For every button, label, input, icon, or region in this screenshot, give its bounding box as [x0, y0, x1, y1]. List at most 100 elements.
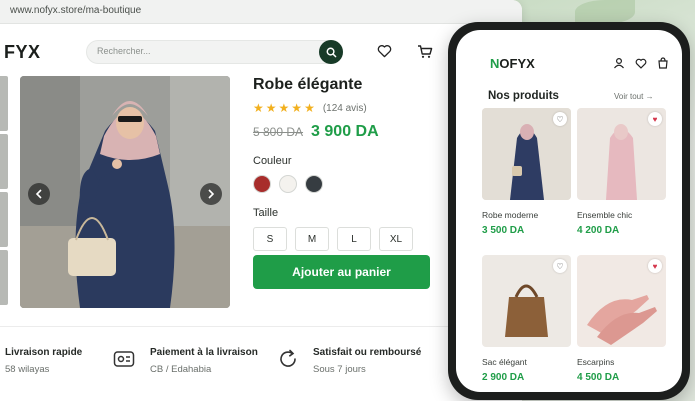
- feature-subtitle: 58 wilayas: [5, 364, 50, 375]
- logo-accent: N: [490, 56, 500, 71]
- arrow-right-icon: →: [645, 92, 654, 101]
- search-bar[interactable]: Rechercher...: [86, 40, 343, 64]
- thumbnail[interactable]: [0, 250, 8, 305]
- product-card[interactable]: ♡ Robe moderne 3 500 DA: [482, 108, 571, 236]
- phone-mockup: NOFYX Nos produits Voir tout → ♡ Robe mo…: [448, 22, 690, 400]
- chevron-left-icon: [35, 189, 42, 199]
- color-options: [253, 175, 433, 193]
- payment-icon: [112, 347, 136, 371]
- size-option-xl[interactable]: XL: [379, 227, 413, 251]
- add-to-cart-button[interactable]: Ajouter au panier: [253, 255, 430, 289]
- feature-title: Paiement à la livraison: [150, 347, 258, 358]
- section-title: Nos produits: [488, 90, 559, 102]
- product-price: 2 900 DA: [482, 372, 525, 383]
- bag-icon: [658, 57, 668, 69]
- heart-outline-icon: ♡: [556, 114, 564, 124]
- feature-delivery: Livraison rapide 58 wilayas: [5, 347, 82, 375]
- heart-filled-icon: ♥: [652, 261, 658, 271]
- feature-payment: Paiement à la livraison CB / Edahabia: [150, 347, 258, 375]
- product-rating: ★ ★ ★ ★ ★ (124 avis): [253, 101, 433, 115]
- product-card[interactable]: ♡ Sac élégant 2 900 DA: [482, 255, 571, 383]
- star-icon: ★: [265, 101, 277, 115]
- mobile-screen: NOFYX Nos produits Voir tout → ♡ Robe mo…: [456, 30, 682, 392]
- product-thumbnail: ♥: [577, 108, 666, 200]
- product-image: [20, 76, 230, 308]
- url-text: www.nofyx.store/ma-boutique: [10, 5, 142, 16]
- product-price: 3 500 DA: [482, 225, 525, 236]
- product-thumbnail: ♡: [482, 255, 571, 347]
- star-icon: ★: [253, 101, 264, 115]
- color-label: Couleur: [253, 155, 292, 167]
- address-bar[interactable]: www.nofyx.store/ma-boutique: [0, 0, 522, 24]
- features-bar: Livraison rapide 58 wilayas Paiement à l…: [0, 326, 522, 401]
- product-name: Robe moderne: [482, 210, 539, 220]
- star-icon: ★: [291, 101, 303, 115]
- cart-icon: [418, 44, 433, 58]
- current-price: 3 900 DA: [311, 123, 379, 140]
- favorite-button[interactable]: ♡: [553, 112, 567, 126]
- wishlist-button[interactable]: [375, 42, 393, 60]
- chevron-right-icon: [208, 189, 215, 199]
- feature-refund: Satisfait ou remboursé Sous 7 jours: [313, 347, 421, 375]
- price-block: 5 800 DA 3 900 DA: [253, 123, 433, 141]
- size-options: S M L XL: [253, 227, 433, 251]
- heart-icon: [635, 58, 647, 69]
- feature-subtitle: Sous 7 jours: [313, 364, 366, 375]
- desktop-browser-window: www.nofyx.store/ma-boutique FYX Recherch…: [0, 0, 522, 401]
- favorite-button[interactable]: ♥: [648, 259, 662, 273]
- thumbnail-strip: [0, 76, 8, 308]
- color-swatch-red[interactable]: [253, 175, 271, 193]
- size-label: Taille: [253, 207, 279, 219]
- see-all-link[interactable]: Voir tout →: [614, 92, 654, 101]
- product-price: 4 200 DA: [577, 225, 620, 236]
- star-icon: ★: [304, 101, 315, 115]
- product-thumbnail: ♡: [482, 108, 571, 200]
- site-logo[interactable]: FYX: [4, 42, 41, 63]
- feature-title: Livraison rapide: [5, 347, 83, 358]
- color-swatch-charcoal[interactable]: [305, 175, 323, 193]
- favorite-button[interactable]: ♡: [553, 259, 567, 273]
- mobile-logo[interactable]: NOFYX: [490, 56, 535, 71]
- product-card[interactable]: ♥ Escarpins 4 500 DA: [577, 255, 666, 383]
- product-info: Robe élégante ★ ★ ★ ★ ★ (124 avis) 5 800…: [253, 76, 433, 251]
- thumbnail[interactable]: [0, 134, 8, 189]
- search-input[interactable]: Rechercher...: [97, 46, 151, 56]
- site-header: FYX Rechercher...: [0, 36, 522, 68]
- thumbnail[interactable]: [0, 76, 8, 131]
- user-icon: [614, 57, 624, 69]
- model-photo: [20, 76, 230, 308]
- product-name: Sac élégant: [482, 357, 527, 367]
- feature-subtitle: CB / Edahabia: [150, 364, 212, 375]
- mobile-bag-button[interactable]: [656, 56, 670, 70]
- review-count[interactable]: (124 avis): [323, 103, 367, 114]
- size-option-l[interactable]: L: [337, 227, 371, 251]
- leaf-decoration: [575, 0, 635, 24]
- logo-text: OFYX: [499, 56, 535, 71]
- gallery-next-button[interactable]: [200, 183, 222, 205]
- refresh-icon: [276, 347, 300, 371]
- gallery-prev-button[interactable]: [28, 183, 50, 205]
- heart-filled-icon: ♥: [652, 114, 658, 124]
- old-price: 5 800 DA: [253, 125, 304, 139]
- heart-icon: [377, 45, 391, 58]
- heart-outline-icon: ♡: [556, 261, 564, 271]
- star-icon: ★: [278, 101, 290, 115]
- product-price: 4 500 DA: [577, 372, 620, 383]
- account-button[interactable]: [612, 56, 626, 70]
- product-name: Escarpins: [577, 357, 615, 367]
- feature-title: Satisfait ou remboursé: [313, 347, 422, 358]
- product-name: Ensemble chic: [577, 210, 633, 220]
- see-all-label: Voir tout: [614, 92, 644, 101]
- color-swatch-white[interactable]: [279, 175, 297, 193]
- favorite-button[interactable]: ♥: [648, 112, 662, 126]
- size-option-m[interactable]: M: [295, 227, 329, 251]
- size-option-s[interactable]: S: [253, 227, 287, 251]
- search-icon: [326, 47, 336, 57]
- product-title: Robe élégante: [253, 76, 363, 93]
- product-card[interactable]: ♥ Ensemble chic 4 200 DA: [577, 108, 666, 236]
- product-thumbnail: ♥: [577, 255, 666, 347]
- thumbnail[interactable]: [0, 192, 8, 247]
- search-button[interactable]: [319, 40, 343, 64]
- mobile-wishlist-button[interactable]: [634, 56, 648, 70]
- cart-button[interactable]: [416, 42, 434, 60]
